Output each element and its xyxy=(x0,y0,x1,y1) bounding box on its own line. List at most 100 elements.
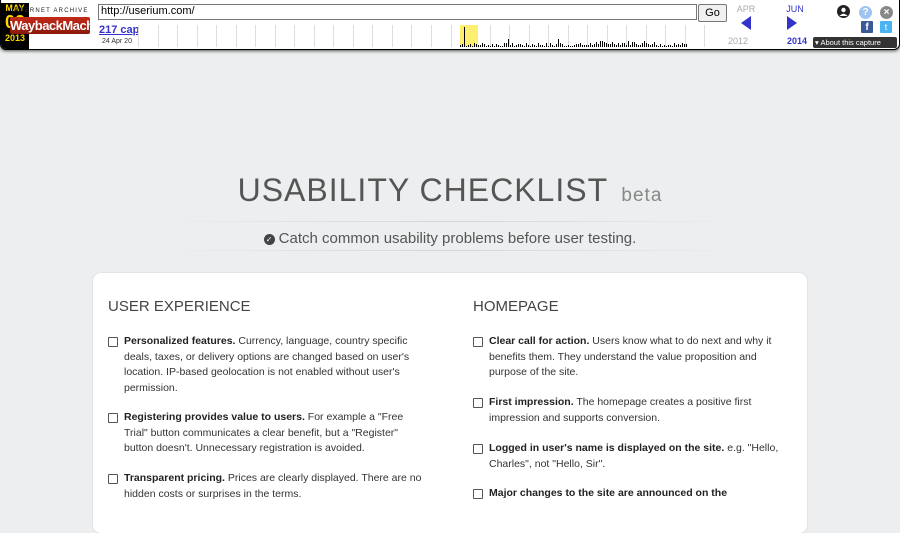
page-title: USABILITY CHECKLIST beta xyxy=(0,172,900,209)
sparkline-bar xyxy=(488,45,489,47)
sparkline-column xyxy=(509,25,511,47)
sparkline-bar xyxy=(686,44,687,47)
sparkline-bar xyxy=(564,46,565,47)
item-title: Clear call for action. xyxy=(489,335,590,347)
arrow-right-icon[interactable] xyxy=(787,16,797,30)
sparkline-column xyxy=(177,25,179,47)
checkbox[interactable] xyxy=(473,337,483,347)
section-heading-user-experience: USER EXPERIENCE xyxy=(108,298,251,315)
capture-sparkline[interactable] xyxy=(138,25,724,47)
sparkline-bar xyxy=(480,45,481,47)
go-button[interactable]: Go xyxy=(698,4,727,22)
sparkline-bar xyxy=(492,44,493,47)
sparkline-bar xyxy=(560,43,561,47)
sparkline-bar xyxy=(514,46,515,47)
close-icon[interactable]: × xyxy=(880,6,893,19)
month-next[interactable]: JUN xyxy=(782,4,808,14)
sparkline-bar xyxy=(594,44,595,47)
sparkline-bar xyxy=(486,46,487,47)
sparkline-bar xyxy=(642,43,643,47)
checkbox[interactable] xyxy=(473,489,483,499)
sparkline-bar xyxy=(484,44,485,47)
sparkline-bar xyxy=(682,43,683,47)
checkbox[interactable] xyxy=(473,444,483,454)
sparkline-bar xyxy=(462,44,463,47)
wayback-logo[interactable]: INTERNET ARCHIVE WaybackMachine xyxy=(10,8,111,40)
sparkline-bar xyxy=(630,45,631,47)
sparkline-bar xyxy=(506,43,507,47)
checkbox[interactable] xyxy=(108,337,118,347)
sparkline-bar xyxy=(520,44,521,47)
arrow-left-icon[interactable] xyxy=(741,16,751,30)
sparkline-column xyxy=(352,25,354,47)
url-input[interactable]: http://userium.com/ xyxy=(98,4,697,20)
sparkline-bar xyxy=(508,39,509,47)
sparkline-bar xyxy=(612,42,613,47)
sparkline-bar xyxy=(532,44,533,47)
year-next[interactable]: 2014 xyxy=(787,36,807,46)
sparkline-bar xyxy=(550,43,551,47)
sparkline-bar xyxy=(610,44,611,47)
twitter-icon[interactable]: t xyxy=(880,21,892,33)
sparkline-bar xyxy=(516,45,517,47)
sparkline-bar xyxy=(666,46,667,47)
help-icon[interactable]: ? xyxy=(859,6,872,19)
sparkline-bar xyxy=(616,45,617,47)
sparkline-bar xyxy=(640,45,641,47)
month-prev[interactable]: APR xyxy=(733,4,759,14)
about-capture-button[interactable]: ▾ About this capture xyxy=(813,37,897,48)
sparkline-column xyxy=(567,25,569,47)
checklist-item[interactable]: Clear call for action. Users know what t… xyxy=(473,334,793,381)
sparkline-column xyxy=(313,25,315,47)
sparkline-bar xyxy=(632,42,633,47)
sparkline-bar xyxy=(654,42,655,47)
sparkline-bar xyxy=(482,43,483,47)
sparkline-bar xyxy=(658,46,659,47)
sparkline-bar xyxy=(466,46,467,47)
sparkline-bar xyxy=(470,44,471,47)
checklist-item[interactable]: First impression. The homepage creates a… xyxy=(473,395,793,426)
sparkline-column xyxy=(216,25,218,47)
page-subtitle: ✓ Catch common usability problems before … xyxy=(0,230,900,247)
sparkline-bar xyxy=(660,44,661,47)
sparkline-bar xyxy=(602,41,603,47)
sparkline-bar xyxy=(648,44,649,47)
user-icon[interactable] xyxy=(837,5,850,18)
sparkline-bar xyxy=(562,44,563,47)
sparkline-bar xyxy=(668,45,669,47)
sparkline-bar xyxy=(572,46,573,47)
facebook-icon[interactable]: f xyxy=(861,21,873,33)
checklist-item[interactable]: Major changes to the site are announced … xyxy=(473,486,793,502)
checkbox[interactable] xyxy=(108,474,118,484)
checkbox[interactable] xyxy=(473,398,483,408)
captures-link[interactable]: 217 cap xyxy=(99,24,139,36)
section-heading-homepage: HOMEPAGE xyxy=(473,298,559,315)
sparkline-bar xyxy=(576,44,577,47)
checklist-item[interactable]: Transparent pricing. Prices are clearly … xyxy=(108,471,428,502)
sparkline-bar xyxy=(524,46,525,47)
sparkline-bar xyxy=(460,45,461,47)
sparkline-bar xyxy=(580,43,581,47)
checklist-item[interactable]: Personalized features. Currency, languag… xyxy=(108,334,428,396)
sparkline-bar xyxy=(646,43,647,47)
sparkline-bar xyxy=(596,42,597,47)
sparkline-bar xyxy=(614,44,615,47)
sparkline-bar xyxy=(604,42,605,47)
sparkline-column xyxy=(138,25,139,47)
sparkline-bar xyxy=(676,45,677,47)
checkbox[interactable] xyxy=(108,413,118,423)
sparkline-bar xyxy=(546,43,547,47)
sparkline-bar xyxy=(528,45,529,47)
sparkline-bar xyxy=(566,46,567,47)
title-divider-top xyxy=(160,221,740,222)
sparkline-column xyxy=(196,25,198,47)
checklist-item[interactable]: Logged in user's name is displayed on th… xyxy=(473,441,793,472)
item-title: Personalized features. xyxy=(124,335,236,347)
checklist-item[interactable]: Registering provides value to users. For… xyxy=(108,410,428,457)
sparkline-column xyxy=(255,25,257,47)
year-prev[interactable]: 2012 xyxy=(728,36,748,46)
sparkline-bar xyxy=(662,46,663,47)
sparkline-bar xyxy=(544,46,545,47)
sparkline-bar xyxy=(478,45,479,47)
sparkline-column xyxy=(704,25,706,47)
